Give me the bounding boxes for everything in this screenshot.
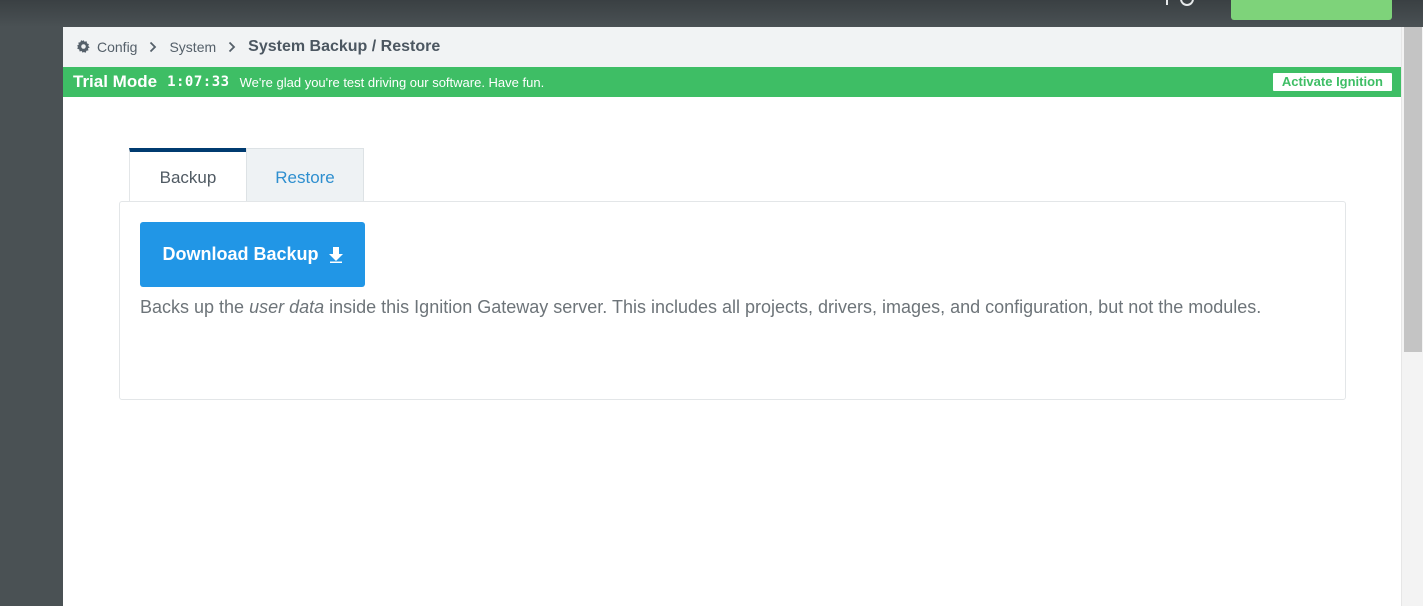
scrollbar[interactable] bbox=[1401, 27, 1423, 606]
arrow-down-icon bbox=[328, 246, 343, 263]
download-backup-label: Download Backup bbox=[162, 244, 319, 264]
breadcrumb: Config System System Backup / Restore bbox=[63, 27, 1401, 67]
activate-ignition-button[interactable]: Activate Ignition bbox=[1272, 73, 1392, 91]
nav-divider bbox=[1166, 0, 1168, 5]
get-ignition-button[interactable] bbox=[1231, 0, 1392, 20]
trial-message: We're glad you're test driving our softw… bbox=[239, 74, 545, 90]
sidebar bbox=[0, 27, 63, 606]
download-backup-button[interactable]: Download Backup bbox=[140, 222, 365, 287]
top-nav-bar bbox=[0, 0, 1423, 27]
gear-icon bbox=[77, 40, 91, 54]
tab-bar: Backup Restore bbox=[129, 148, 364, 202]
trial-banner: Trial Mode 1:07:33 We're glad you're tes… bbox=[63, 67, 1401, 97]
page-title: System Backup / Restore bbox=[248, 38, 441, 55]
backup-description: Backs up the user data inside this Ignit… bbox=[140, 297, 1261, 318]
backup-description-start: Backs up the bbox=[140, 297, 250, 317]
main-content: Config System System Backup / Restore Tr… bbox=[63, 27, 1401, 606]
trial-mode-label: Trial Mode bbox=[73, 72, 158, 91]
tab-restore[interactable]: Restore bbox=[246, 148, 364, 202]
scrollbar-thumb[interactable] bbox=[1404, 27, 1422, 352]
backup-panel: Download Backup Backs up the user data i… bbox=[119, 201, 1346, 400]
tab-backup[interactable]: Backup bbox=[129, 148, 246, 202]
trial-timer: 1:07:33 bbox=[167, 74, 230, 90]
breadcrumb-system[interactable]: System bbox=[169, 39, 216, 55]
chevron-right-icon bbox=[149, 41, 159, 53]
user-icon[interactable] bbox=[1180, 0, 1194, 6]
chevron-right-icon bbox=[228, 41, 238, 53]
breadcrumb-config[interactable]: Config bbox=[97, 39, 137, 55]
backup-description-emphasis: user data bbox=[249, 297, 325, 317]
backup-description-end: inside this Ignition Gateway server. Thi… bbox=[324, 297, 1262, 317]
